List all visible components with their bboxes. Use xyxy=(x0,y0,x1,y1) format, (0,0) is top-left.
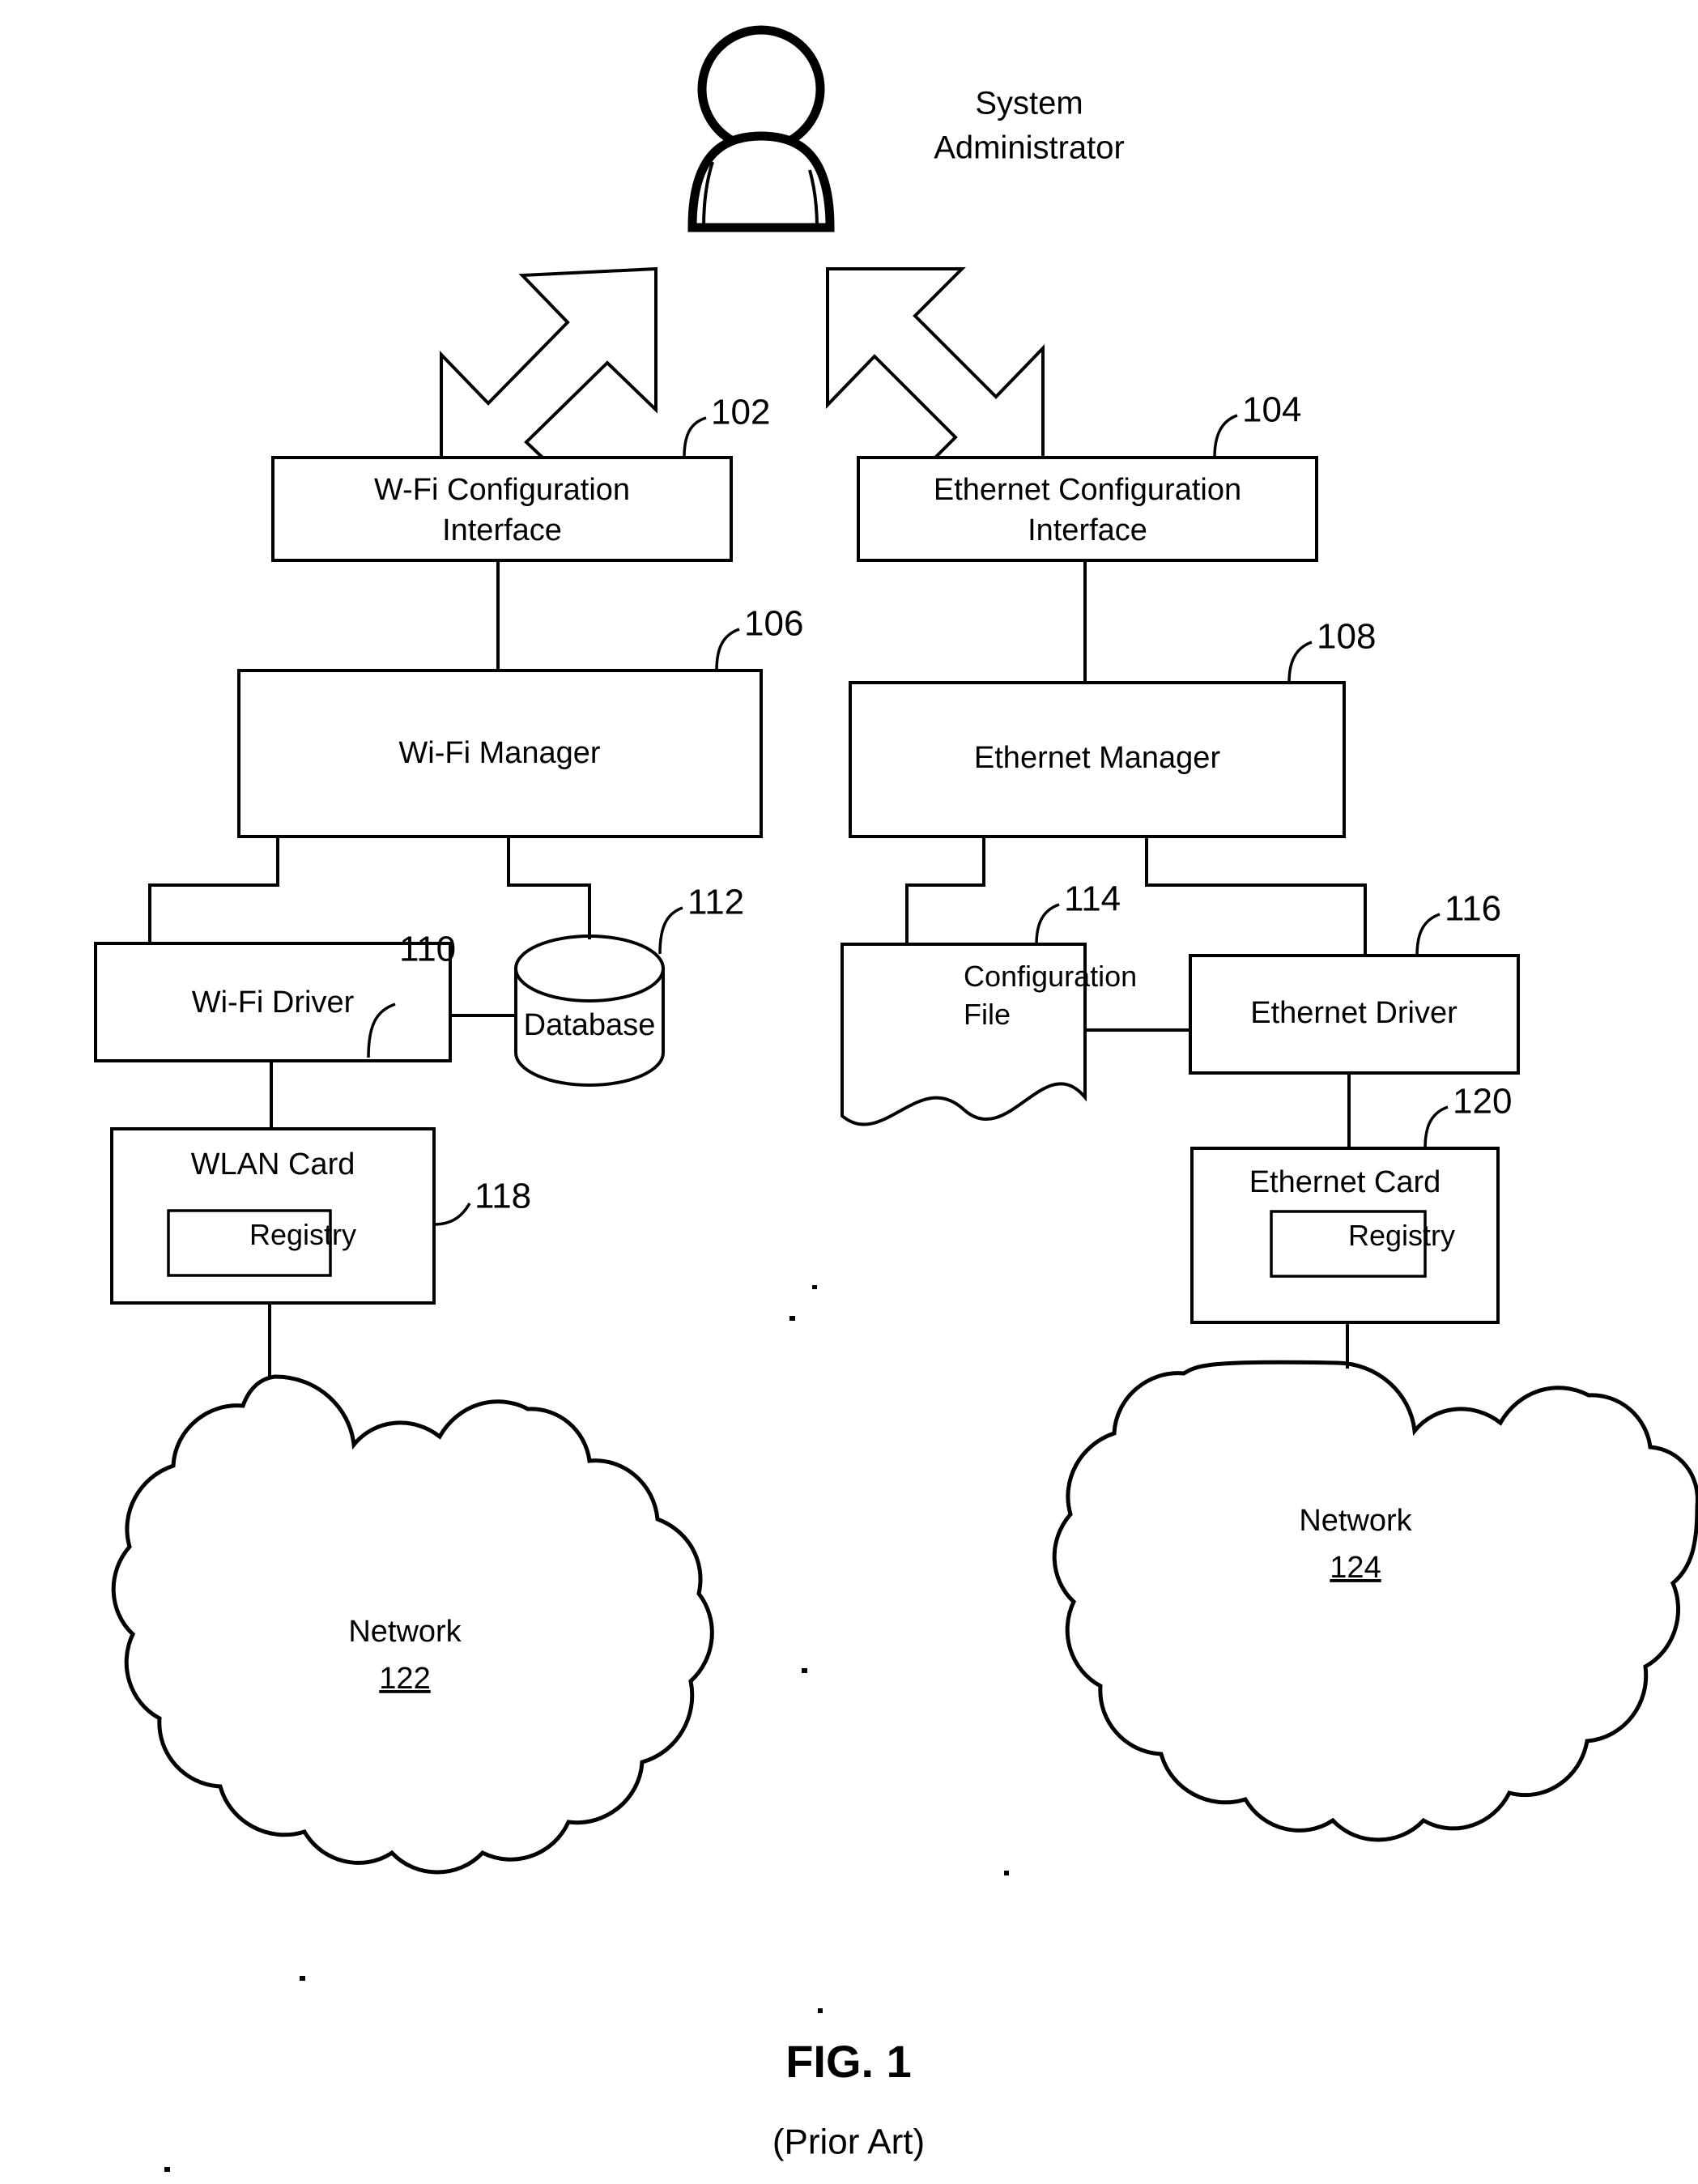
actor-label-line1: System xyxy=(975,86,1083,121)
wifi-config-interface-label-1: W-Fi Configuration xyxy=(374,473,630,507)
ethernet-card-registry-label: Registry xyxy=(1348,1219,1455,1252)
wifi-config-interface-label-2: Interface xyxy=(442,513,562,547)
person-icon xyxy=(687,25,835,232)
ref-number-118: 118 xyxy=(475,1177,531,1216)
network-left-ref: 122 xyxy=(379,1662,430,1696)
figure-subtitle: (Prior Art) xyxy=(772,2122,925,2162)
ref-number-114: 114 xyxy=(1064,879,1121,919)
configuration-file-label-2: File xyxy=(964,998,1011,1031)
ethernet-config-interface-label-1: Ethernet Configuration xyxy=(934,473,1241,507)
figure-1-diagram: System Administrator W-Fi Configuration … xyxy=(94,25,1698,2172)
double-headed-arrow-left xyxy=(440,266,657,490)
double-headed-arrow-right xyxy=(826,267,1045,486)
wifi-manager-label: Wi-Fi Manager xyxy=(398,736,600,770)
ref-number-112: 112 xyxy=(687,883,744,922)
wifi-driver-label: Wi-Fi Driver xyxy=(192,986,355,1020)
network-right-label: Network xyxy=(1299,1504,1412,1538)
ref-number-116: 116 xyxy=(1445,889,1501,929)
wlan-card-label: WLAN Card xyxy=(191,1147,355,1181)
wlan-card-registry-label: Registry xyxy=(249,1218,356,1251)
figure-title: FIG. 1 xyxy=(785,2036,912,2087)
ref-number-108: 108 xyxy=(1317,617,1376,657)
ref-number-104: 104 xyxy=(1242,390,1301,430)
ref-number-110: 110 xyxy=(399,930,456,969)
configuration-file-label-1: Configuration xyxy=(964,960,1137,993)
ethernet-card-label: Ethernet Card xyxy=(1249,1165,1441,1199)
network-right-ref: 124 xyxy=(1330,1551,1381,1585)
ref-number-106: 106 xyxy=(744,604,803,644)
ethernet-manager-label: Ethernet Manager xyxy=(974,741,1221,775)
actor-label-line2: Administrator xyxy=(934,130,1125,166)
network-cloud-right xyxy=(1052,1360,1698,1842)
ethernet-config-interface-label-2: Interface xyxy=(1028,513,1147,547)
ref-number-120: 120 xyxy=(1453,1082,1512,1122)
ethernet-driver-label: Ethernet Driver xyxy=(1250,996,1458,1030)
database-label: Database xyxy=(524,1008,656,1042)
network-left-label: Network xyxy=(348,1615,462,1649)
patent-figure-page: System Administrator W-Fi Configuration … xyxy=(0,0,1698,2184)
ref-number-102: 102 xyxy=(711,393,770,432)
